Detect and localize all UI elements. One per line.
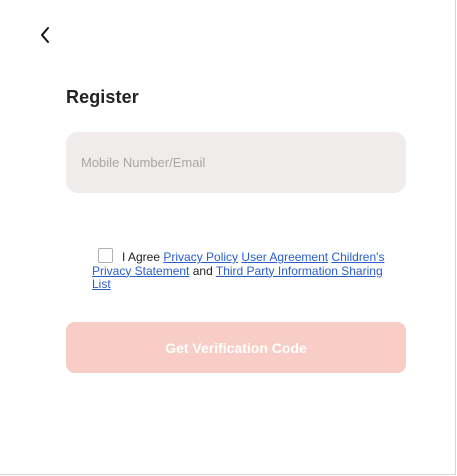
register-screen: Register I Agree Privacy Policy User Agr…	[0, 0, 456, 475]
agreement-section: I Agree Privacy Policy User Agreement Ch…	[92, 248, 392, 292]
agree-prefix: I Agree	[122, 250, 161, 264]
agree-and-text: and	[192, 263, 213, 278]
mobile-email-input[interactable]	[66, 132, 406, 193]
chevron-left-icon	[41, 27, 49, 43]
privacy-policy-link[interactable]: Privacy Policy	[163, 250, 238, 264]
page-title: Register	[66, 87, 139, 107]
user-agreement-link[interactable]: User Agreement	[241, 250, 328, 264]
account-field[interactable]	[66, 132, 406, 193]
back-button[interactable]	[34, 24, 56, 46]
get-verification-code-button[interactable]: Get Verification Code	[66, 322, 406, 373]
agree-checkbox[interactable]	[98, 248, 113, 263]
